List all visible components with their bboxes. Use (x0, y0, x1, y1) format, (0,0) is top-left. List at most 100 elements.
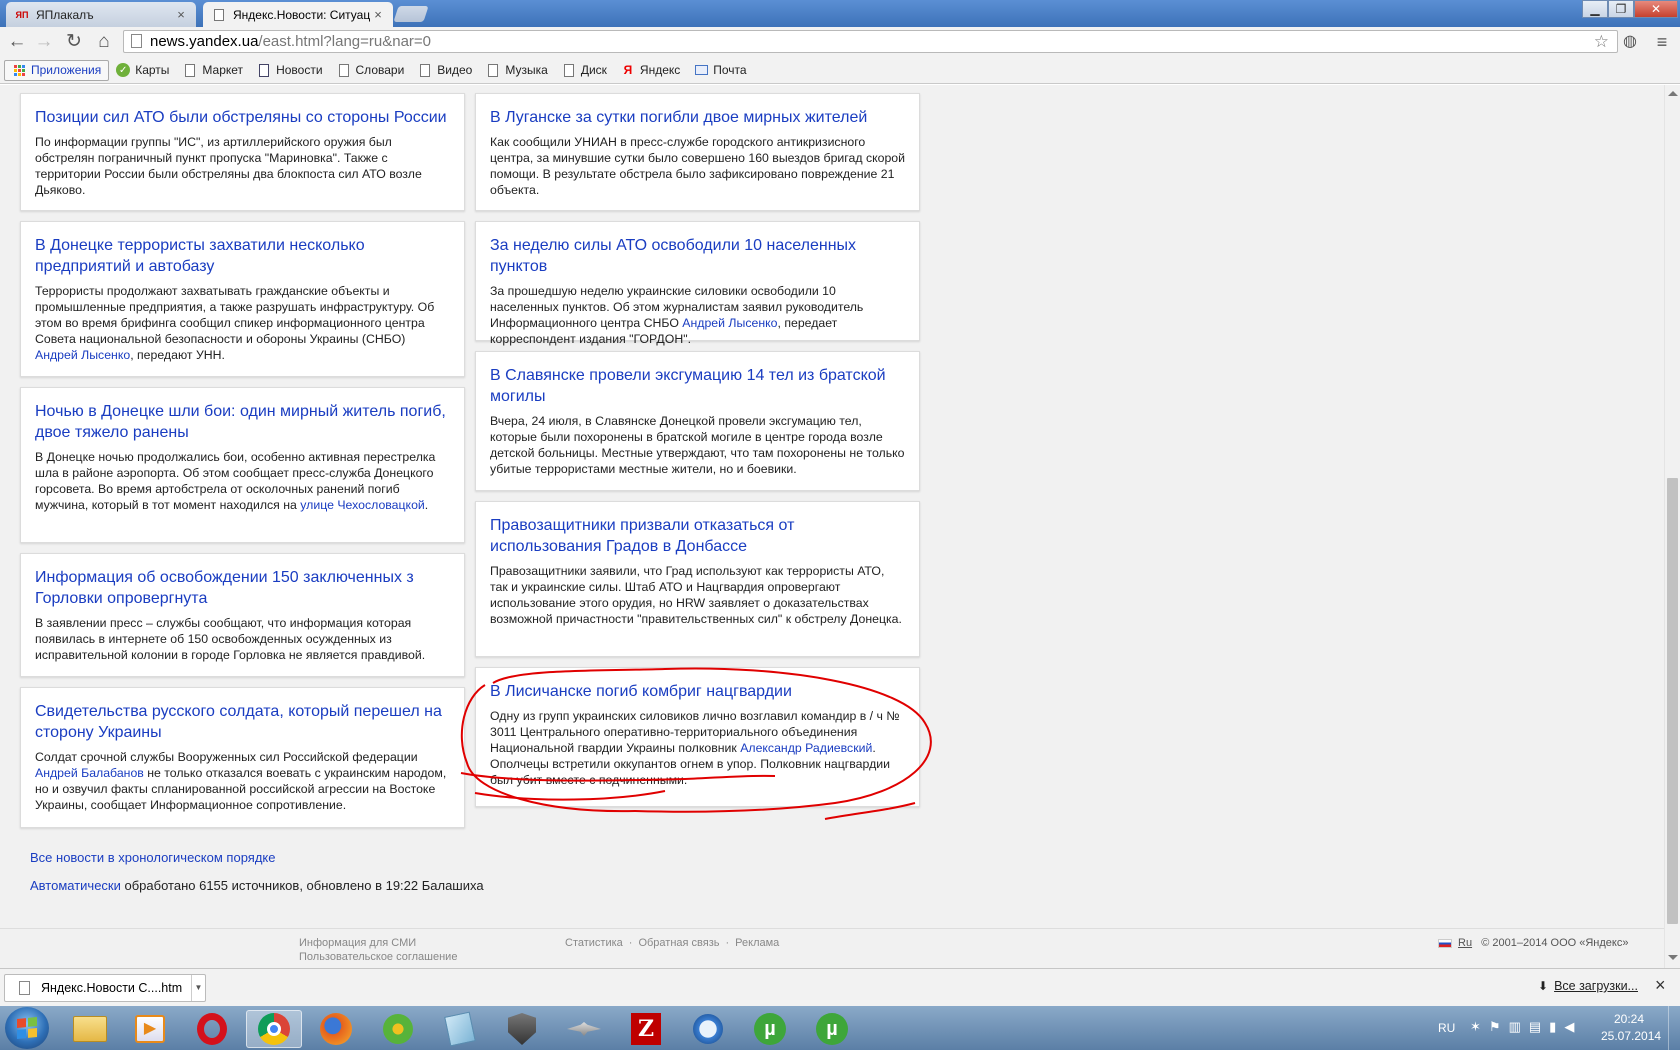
forward-button[interactable]: → (32, 31, 56, 53)
news-snippet: Как сообщили УНИАН в пресс-службе городс… (490, 135, 906, 197)
utorrent-icon[interactable]: µ (804, 1010, 860, 1048)
tab-yandex-news[interactable]: Яндекс.Новости: Ситуац × (203, 2, 393, 27)
explorer-icon[interactable] (62, 1010, 118, 1048)
volume-icon[interactable]: ◀ (1564, 1019, 1582, 1034)
media-player-icon[interactable]: ▶ (122, 1010, 178, 1048)
reload-button[interactable]: ↻ (62, 31, 86, 53)
news-snippet: Террористы продолжают захватывать гражда… (35, 284, 435, 362)
ads-link[interactable]: Реклама (735, 937, 779, 949)
feedback-link[interactable]: Обратная связь (638, 937, 719, 949)
apps-grid-icon (12, 63, 26, 77)
footer-nav: Статистика · Обратная связь · Реклама (565, 937, 780, 949)
news-title[interactable]: За неделю силы АТО освободили 10 населен… (490, 235, 905, 277)
windows-logo-icon (17, 1016, 37, 1040)
news-card: Информация об освобождении 150 заключенн… (20, 553, 465, 677)
bookmark-mail[interactable]: Почта (687, 60, 753, 81)
person-link[interactable]: Андрей Балабанов (35, 766, 144, 780)
bookmark-music[interactable]: Музыка (479, 60, 554, 81)
news-card: Позиции сил АТО были обстреляны со сторо… (20, 93, 465, 211)
bookmarks-bar: Приложения ✓ Карты Маркет Новости Словар… (0, 57, 1680, 84)
news-title[interactable]: Информация об освобождении 150 заключенн… (35, 567, 450, 609)
news-title[interactable]: Ночью в Донецке шли бои: один мирный жит… (35, 401, 450, 443)
bookmark-news[interactable]: Новости (250, 60, 329, 81)
world-of-tanks-icon[interactable] (494, 1010, 550, 1048)
close-shelf-icon[interactable]: × (1655, 975, 1666, 996)
language-link[interactable]: Ru (1458, 937, 1472, 949)
red-circle-annotation (460, 667, 932, 820)
news-title[interactable]: Правозащитники призвали отказаться от ис… (490, 515, 905, 557)
page-icon (337, 63, 351, 77)
page-icon (131, 34, 142, 48)
firefox-icon[interactable] (308, 1010, 364, 1048)
page-icon (486, 63, 500, 77)
scroll-down-icon[interactable] (1668, 955, 1678, 960)
close-tab-icon[interactable]: × (174, 7, 188, 22)
news-card: В Донецке террористы захватили несколько… (20, 221, 465, 377)
world-of-warplanes-icon[interactable] (556, 1010, 612, 1048)
chrome-icon[interactable] (246, 1010, 302, 1048)
person-link[interactable]: Андрей Лысенко (35, 348, 130, 362)
news-title[interactable]: В Луганске за сутки погибли двое мирных … (490, 107, 905, 128)
signal-icon[interactable]: ▮ (1549, 1019, 1564, 1034)
clock-time[interactable]: 20:24 (1614, 1012, 1644, 1026)
news-title[interactable]: Свидетельства русского солдата, который … (35, 701, 450, 743)
news-title[interactable]: Позиции сил АТО были обстреляны со сторо… (35, 107, 450, 128)
bookmark-yandex[interactable]: Я Яндекс (614, 60, 687, 81)
start-button[interactable] (5, 1007, 49, 1049)
home-button[interactable]: ⌂ (92, 31, 116, 53)
person-link[interactable]: Андрей Лысенко (682, 316, 777, 330)
flag-icon[interactable]: ⚑ (1489, 1019, 1509, 1034)
close-tab-icon[interactable]: × (371, 7, 385, 22)
scroll-up-icon[interactable] (1668, 91, 1678, 96)
icq-icon[interactable] (370, 1010, 426, 1048)
bookmark-video[interactable]: Видео (411, 60, 479, 81)
language-indicator[interactable]: RU (1438, 1021, 1455, 1035)
news-card: В Славянске провели эксгумацию 14 тел из… (475, 351, 920, 491)
bookmark-apps[interactable]: Приложения (4, 59, 110, 81)
notes-icon[interactable] (432, 1010, 488, 1048)
page-icon (418, 63, 432, 77)
address-bar[interactable]: news.yandex.ua/east.html?lang=ru&nar=0 ☆ (123, 30, 1618, 53)
download-menu-icon[interactable]: ▼ (191, 975, 205, 1001)
bookmark-dictionaries[interactable]: Словари (330, 60, 412, 81)
bookmark-disk[interactable]: Диск (555, 60, 614, 81)
tab-title: Яндекс.Новости: Ситуац (233, 7, 371, 22)
media-info-link[interactable]: Информация для СМИ (299, 937, 416, 949)
news-title[interactable]: В Донецке террористы захватили несколько… (35, 235, 450, 277)
file-icon (19, 981, 30, 995)
safari-icon[interactable] (680, 1010, 736, 1048)
street-link[interactable]: улице Чехословацкой (300, 498, 425, 512)
clock-date[interactable]: 25.07.2014 (1601, 1029, 1661, 1043)
all-news-link[interactable]: Все новости в хронологическом порядке (30, 850, 275, 865)
back-button[interactable]: ← (5, 31, 29, 53)
scroll-thumb[interactable] (1667, 478, 1678, 924)
bookmark-market[interactable]: Маркет (176, 60, 250, 81)
news-snippet: За прошедшую неделю украинские силовики … (490, 284, 864, 346)
auto-link[interactable]: Автоматически (30, 878, 121, 893)
bookmark-star-icon[interactable]: ☆ (1594, 31, 1609, 52)
tab-title: ЯПлакалъ (36, 7, 94, 22)
tab-yaplakal[interactable]: ЯП ЯПлакалъ × (6, 2, 196, 27)
extension-icon[interactable]: ◍ (1618, 31, 1642, 53)
stats-link[interactable]: Статистика (565, 937, 623, 949)
all-downloads-link[interactable]: ⬇ Все загрузки... (1538, 979, 1638, 993)
opera-icon[interactable] (184, 1010, 240, 1048)
network-icon[interactable]: ▥ (1509, 1019, 1529, 1034)
user-agreement-link[interactable]: Пользовательское соглашение (299, 951, 457, 963)
bookmark-label: Новости (276, 63, 323, 77)
url-path: /east.html?lang=ru&nar=0 (258, 33, 432, 50)
show-desktop-button[interactable] (1668, 1006, 1680, 1050)
maximize-button[interactable]: ❐ (1608, 0, 1634, 18)
news-title[interactable]: В Славянске провели эксгумацию 14 тел из… (490, 365, 905, 407)
minimize-button[interactable]: ▁ (1582, 0, 1608, 18)
download-item[interactable]: Яндекс.Новости С....htm ▼ (4, 974, 206, 1002)
close-window-button[interactable]: ✕ (1634, 0, 1678, 18)
avast-icon[interactable]: ✶ (1470, 1019, 1489, 1034)
bookmark-maps[interactable]: ✓ Карты (109, 60, 176, 81)
keyboard-icon[interactable]: ▤ (1529, 1019, 1549, 1034)
menu-icon[interactable]: ≡ (1650, 31, 1674, 53)
utorrent-icon[interactable]: µ (742, 1010, 798, 1048)
new-tab-button[interactable] (393, 6, 429, 22)
scrollbar[interactable] (1664, 85, 1680, 968)
filezilla-icon[interactable]: Z (618, 1010, 674, 1048)
